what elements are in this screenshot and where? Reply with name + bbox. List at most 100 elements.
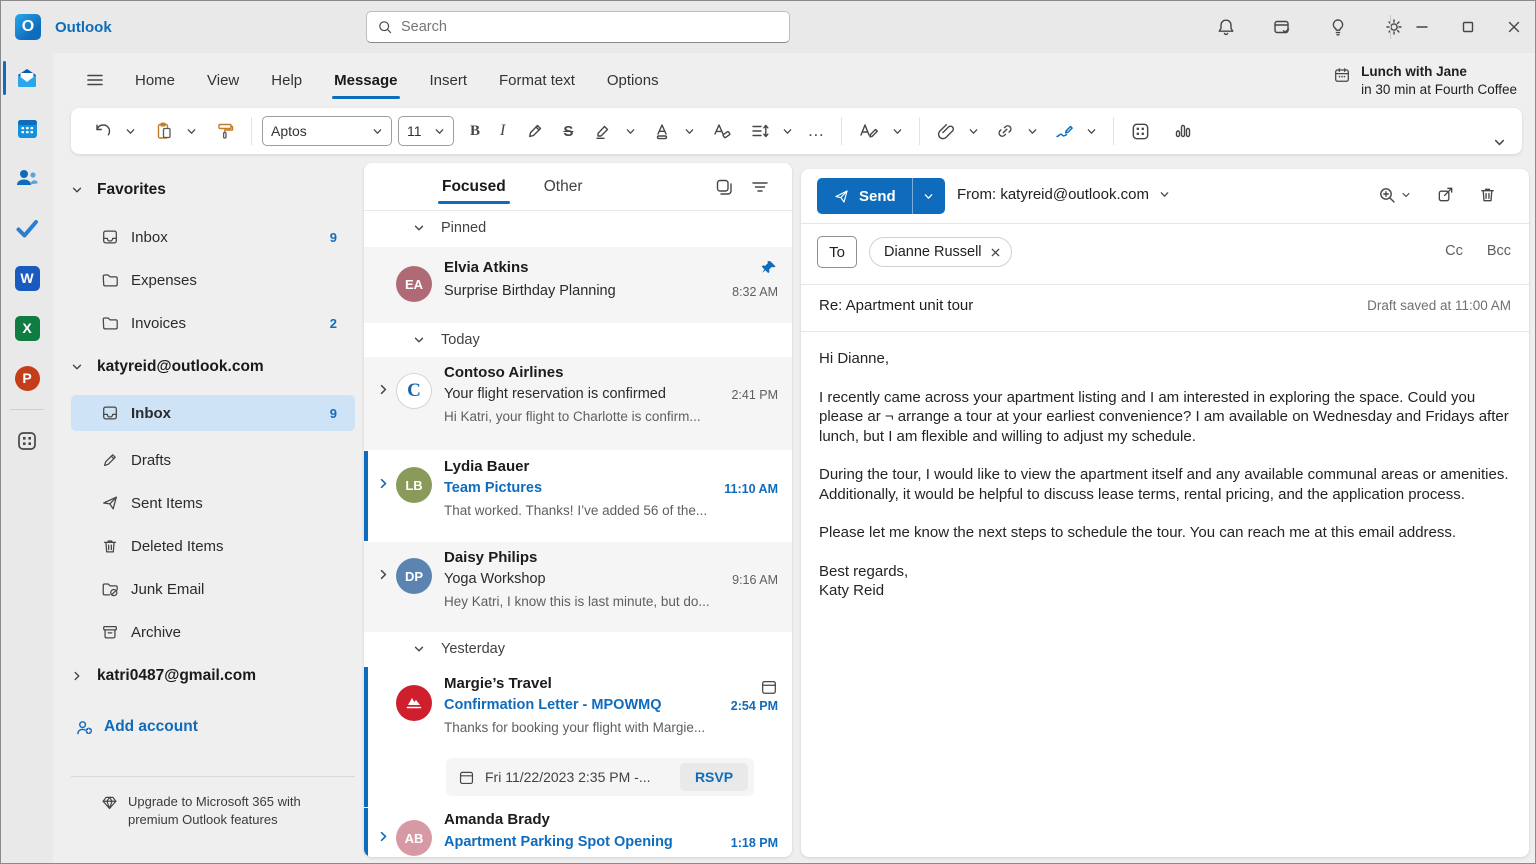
message-body-editor[interactable]: Hi Dianne, I recently came across your a… bbox=[819, 349, 1511, 601]
message-row-daisy-philips[interactable]: DP Daisy Philips Yoga Workshop 9:16 AM H… bbox=[364, 542, 792, 632]
rail-calendar-icon[interactable] bbox=[1, 103, 53, 153]
font-name-select[interactable]: Aptos bbox=[262, 116, 392, 146]
rail-people-icon[interactable] bbox=[1, 153, 53, 203]
discard-draft-icon[interactable] bbox=[1478, 185, 1497, 204]
link-icon[interactable] bbox=[995, 121, 1015, 141]
maximize-button[interactable] bbox=[1445, 1, 1491, 53]
apps-icon[interactable] bbox=[1130, 121, 1151, 142]
minimize-button[interactable] bbox=[1399, 1, 1445, 53]
font-color-dropdown-icon[interactable] bbox=[684, 126, 695, 137]
format-painter-icon[interactable] bbox=[215, 121, 235, 141]
group-yesterday[interactable]: Yesterday bbox=[364, 632, 792, 666]
cc-button[interactable]: Cc bbox=[1445, 243, 1463, 259]
styles-icon[interactable] bbox=[858, 121, 880, 141]
folder-inbox-favorite[interactable]: Inbox 9 bbox=[71, 219, 355, 255]
folder-invoices[interactable]: Invoices 2 bbox=[71, 305, 355, 341]
signature-dropdown-icon[interactable] bbox=[1086, 126, 1097, 137]
line-spacing-dropdown-icon[interactable] bbox=[782, 126, 793, 137]
styles-dropdown-icon[interactable] bbox=[892, 126, 903, 137]
bcc-button[interactable]: Bcc bbox=[1487, 243, 1511, 259]
tab-other[interactable]: Other bbox=[542, 168, 585, 206]
send-button[interactable]: Send bbox=[817, 178, 945, 214]
menu-home[interactable]: Home bbox=[119, 64, 191, 97]
folder-junk-email[interactable]: Junk Email bbox=[71, 571, 355, 607]
message-row-lydia-bauer[interactable]: LB Lydia Bauer Team Pictures 11:10 AM Th… bbox=[364, 451, 792, 541]
hamburger-icon[interactable] bbox=[77, 63, 113, 97]
filter-icon[interactable] bbox=[750, 177, 770, 197]
expand-thread-icon[interactable] bbox=[377, 568, 390, 581]
remove-recipient-icon[interactable] bbox=[990, 247, 1001, 258]
open-in-new-window-icon[interactable] bbox=[1436, 185, 1455, 204]
poll-chart-icon[interactable] bbox=[1173, 121, 1193, 141]
expand-thread-icon[interactable] bbox=[377, 477, 390, 490]
tips-icon[interactable] bbox=[1325, 14, 1351, 40]
folder-expenses[interactable]: Expenses bbox=[71, 262, 355, 298]
highlight-dropdown-icon[interactable] bbox=[625, 126, 636, 137]
signature-icon[interactable] bbox=[1054, 121, 1074, 141]
folder-drafts[interactable]: Drafts bbox=[71, 442, 355, 478]
tab-focused[interactable]: Focused bbox=[440, 168, 508, 206]
highlight-icon[interactable] bbox=[593, 121, 613, 141]
subject-field[interactable]: Re: Apartment unit tour bbox=[819, 297, 973, 314]
message-row-margies-travel[interactable]: Margie’s Travel Confirmation Letter - MP… bbox=[364, 667, 792, 807]
pin-icon[interactable] bbox=[760, 259, 778, 277]
folder-sent-items[interactable]: Sent Items bbox=[71, 485, 355, 521]
italic-button[interactable]: I bbox=[500, 122, 505, 140]
notifications-icon[interactable] bbox=[1213, 14, 1239, 40]
group-pinned[interactable]: Pinned bbox=[364, 211, 792, 245]
event-reminder[interactable]: Lunch with Jane in 30 min at Fourth Coff… bbox=[1333, 63, 1517, 99]
select-messages-icon[interactable] bbox=[714, 177, 734, 197]
menu-insert[interactable]: Insert bbox=[414, 64, 484, 97]
rail-more-apps-icon[interactable] bbox=[1, 416, 53, 466]
search-box[interactable] bbox=[366, 11, 790, 43]
font-size-select[interactable]: 11 bbox=[398, 116, 454, 146]
expand-thread-icon[interactable] bbox=[377, 830, 390, 843]
line-spacing-icon[interactable] bbox=[750, 121, 770, 141]
expand-thread-icon[interactable] bbox=[377, 383, 390, 396]
send-options-dropdown-icon[interactable] bbox=[913, 178, 945, 214]
rail-excel-icon[interactable]: X bbox=[1, 303, 53, 353]
menu-view[interactable]: View bbox=[191, 64, 255, 97]
menu-help[interactable]: Help bbox=[255, 64, 318, 97]
message-row-elvia-atkins[interactable]: EA Elvia Atkins Surprise Birthday Planni… bbox=[364, 247, 792, 323]
upgrade-banner[interactable]: Upgrade to Microsoft 365 with premium Ou… bbox=[101, 793, 311, 829]
undo-button[interactable] bbox=[93, 121, 113, 141]
to-button[interactable]: To bbox=[817, 236, 857, 268]
close-button[interactable] bbox=[1491, 1, 1536, 53]
font-color-icon[interactable] bbox=[652, 121, 672, 141]
rail-mail-icon[interactable] bbox=[1, 53, 53, 103]
my-day-icon[interactable] bbox=[1269, 14, 1295, 40]
undo-dropdown-icon[interactable] bbox=[125, 126, 136, 137]
favorites-header[interactable]: Favorites bbox=[71, 175, 166, 205]
paste-button[interactable] bbox=[154, 121, 174, 141]
menu-format-text[interactable]: Format text bbox=[483, 64, 591, 97]
rsvp-button[interactable]: RSVP bbox=[680, 763, 748, 791]
group-today[interactable]: Today bbox=[364, 323, 792, 357]
rail-powerpoint-icon[interactable]: P bbox=[1, 353, 53, 403]
account-primary-header[interactable]: katyreid@outlook.com bbox=[71, 352, 264, 382]
menu-options[interactable]: Options bbox=[591, 64, 675, 97]
add-account-button[interactable]: Add account bbox=[75, 712, 198, 742]
account-secondary-header[interactable]: katri0487@gmail.com bbox=[71, 661, 256, 691]
link-dropdown-icon[interactable] bbox=[1027, 126, 1038, 137]
clear-formatting-icon[interactable] bbox=[711, 121, 732, 141]
attach-file-icon[interactable] bbox=[936, 121, 956, 141]
attach-dropdown-icon[interactable] bbox=[968, 126, 979, 137]
folder-archive[interactable]: Archive bbox=[71, 614, 355, 650]
rail-word-icon[interactable]: W bbox=[1, 253, 53, 303]
zoom-control[interactable] bbox=[1377, 185, 1411, 205]
from-selector[interactable]: From: katyreid@outlook.com bbox=[957, 186, 1170, 203]
rail-todo-icon[interactable] bbox=[1, 203, 53, 253]
message-row-amanda-brady[interactable]: AB Amanda Brady Apartment Parking Spot O… bbox=[364, 808, 792, 857]
message-row-contoso-airlines[interactable]: C Contoso Airlines Your flight reservati… bbox=[364, 357, 792, 450]
paste-dropdown-icon[interactable] bbox=[186, 126, 197, 137]
folder-deleted-items[interactable]: Deleted Items bbox=[71, 528, 355, 564]
search-input[interactable] bbox=[401, 19, 779, 35]
folder-inbox-selected[interactable]: Inbox 9 bbox=[71, 395, 355, 431]
menu-message[interactable]: Message bbox=[318, 64, 413, 97]
text-brush-icon[interactable] bbox=[525, 121, 545, 141]
more-formatting-icon[interactable]: … bbox=[807, 121, 825, 141]
recipient-pill[interactable]: Dianne Russell bbox=[869, 237, 1012, 267]
collapse-ribbon-icon[interactable] bbox=[1493, 136, 1506, 149]
bold-button[interactable]: B bbox=[470, 123, 480, 140]
